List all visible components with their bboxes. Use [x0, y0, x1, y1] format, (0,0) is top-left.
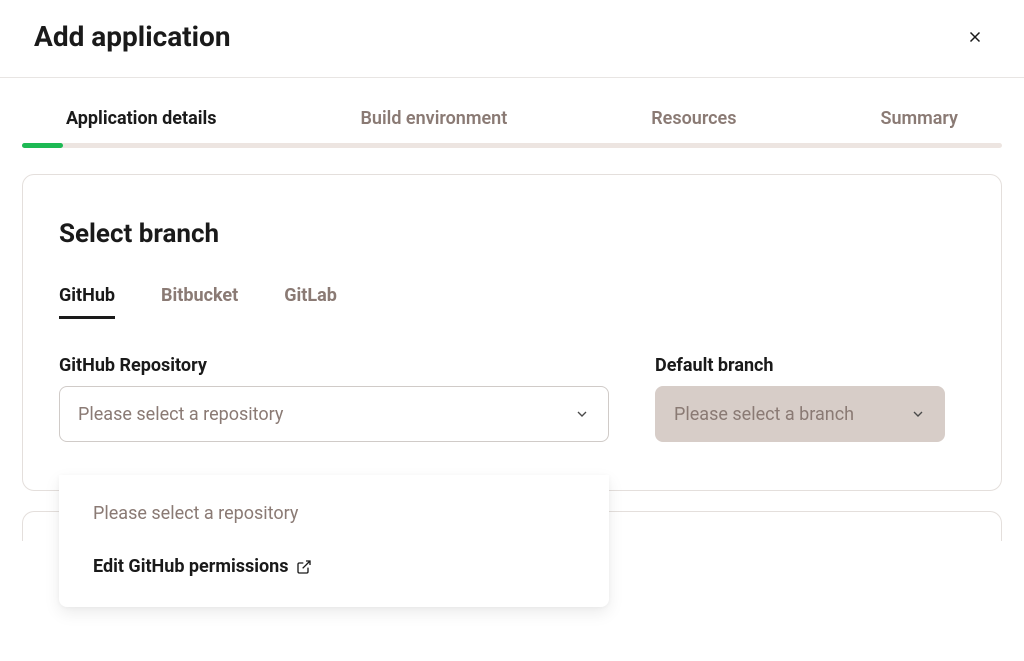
form-row: GitHub Repository Please select a reposi…: [59, 355, 965, 442]
modal-header: Add application: [0, 0, 1024, 78]
dropdown-placeholder: Please select a repository: [93, 503, 575, 524]
branch-label: Default branch: [655, 355, 945, 376]
progress-track: [22, 143, 1002, 148]
step-build-environment[interactable]: Build environment: [361, 108, 508, 129]
chevron-down-icon: [574, 406, 590, 422]
step-resources[interactable]: Resources: [651, 108, 736, 129]
repo-select-placeholder: Please select a repository: [78, 404, 283, 425]
provider-tabs: GitHub Bitbucket GitLab: [59, 285, 965, 319]
step-tabs: Application details Build environment Re…: [22, 78, 1002, 143]
step-summary[interactable]: Summary: [880, 108, 958, 129]
progress-fill: [22, 143, 63, 148]
repo-select[interactable]: Please select a repository: [59, 386, 609, 442]
step-application-details[interactable]: Application details: [66, 108, 217, 129]
branch-form-group: Default branch Please select a branch: [655, 355, 945, 442]
close-icon: [966, 28, 984, 46]
repo-dropdown-menu: Please select a repository Edit GitHub p…: [59, 475, 609, 607]
repo-label: GitHub Repository: [59, 355, 609, 376]
edit-github-permissions-link[interactable]: Edit GitHub permissions: [93, 556, 575, 577]
tab-github[interactable]: GitHub: [59, 285, 115, 319]
chevron-down-icon: [910, 406, 926, 422]
branch-select-placeholder: Please select a branch: [674, 404, 854, 425]
external-link-icon: [296, 559, 312, 575]
tab-gitlab[interactable]: GitLab: [284, 285, 337, 319]
branch-select[interactable]: Please select a branch: [655, 386, 945, 442]
tab-bitbucket[interactable]: Bitbucket: [161, 285, 238, 319]
page-title: Add application: [34, 20, 231, 53]
card-title: Select branch: [59, 219, 965, 249]
close-button[interactable]: [960, 22, 990, 52]
select-branch-card: Select branch GitHub Bitbucket GitLab Gi…: [22, 174, 1002, 491]
steps-wrapper: Application details Build environment Re…: [0, 78, 1024, 148]
dropdown-action-label: Edit GitHub permissions: [93, 556, 288, 577]
repo-form-group: GitHub Repository Please select a reposi…: [59, 355, 609, 442]
